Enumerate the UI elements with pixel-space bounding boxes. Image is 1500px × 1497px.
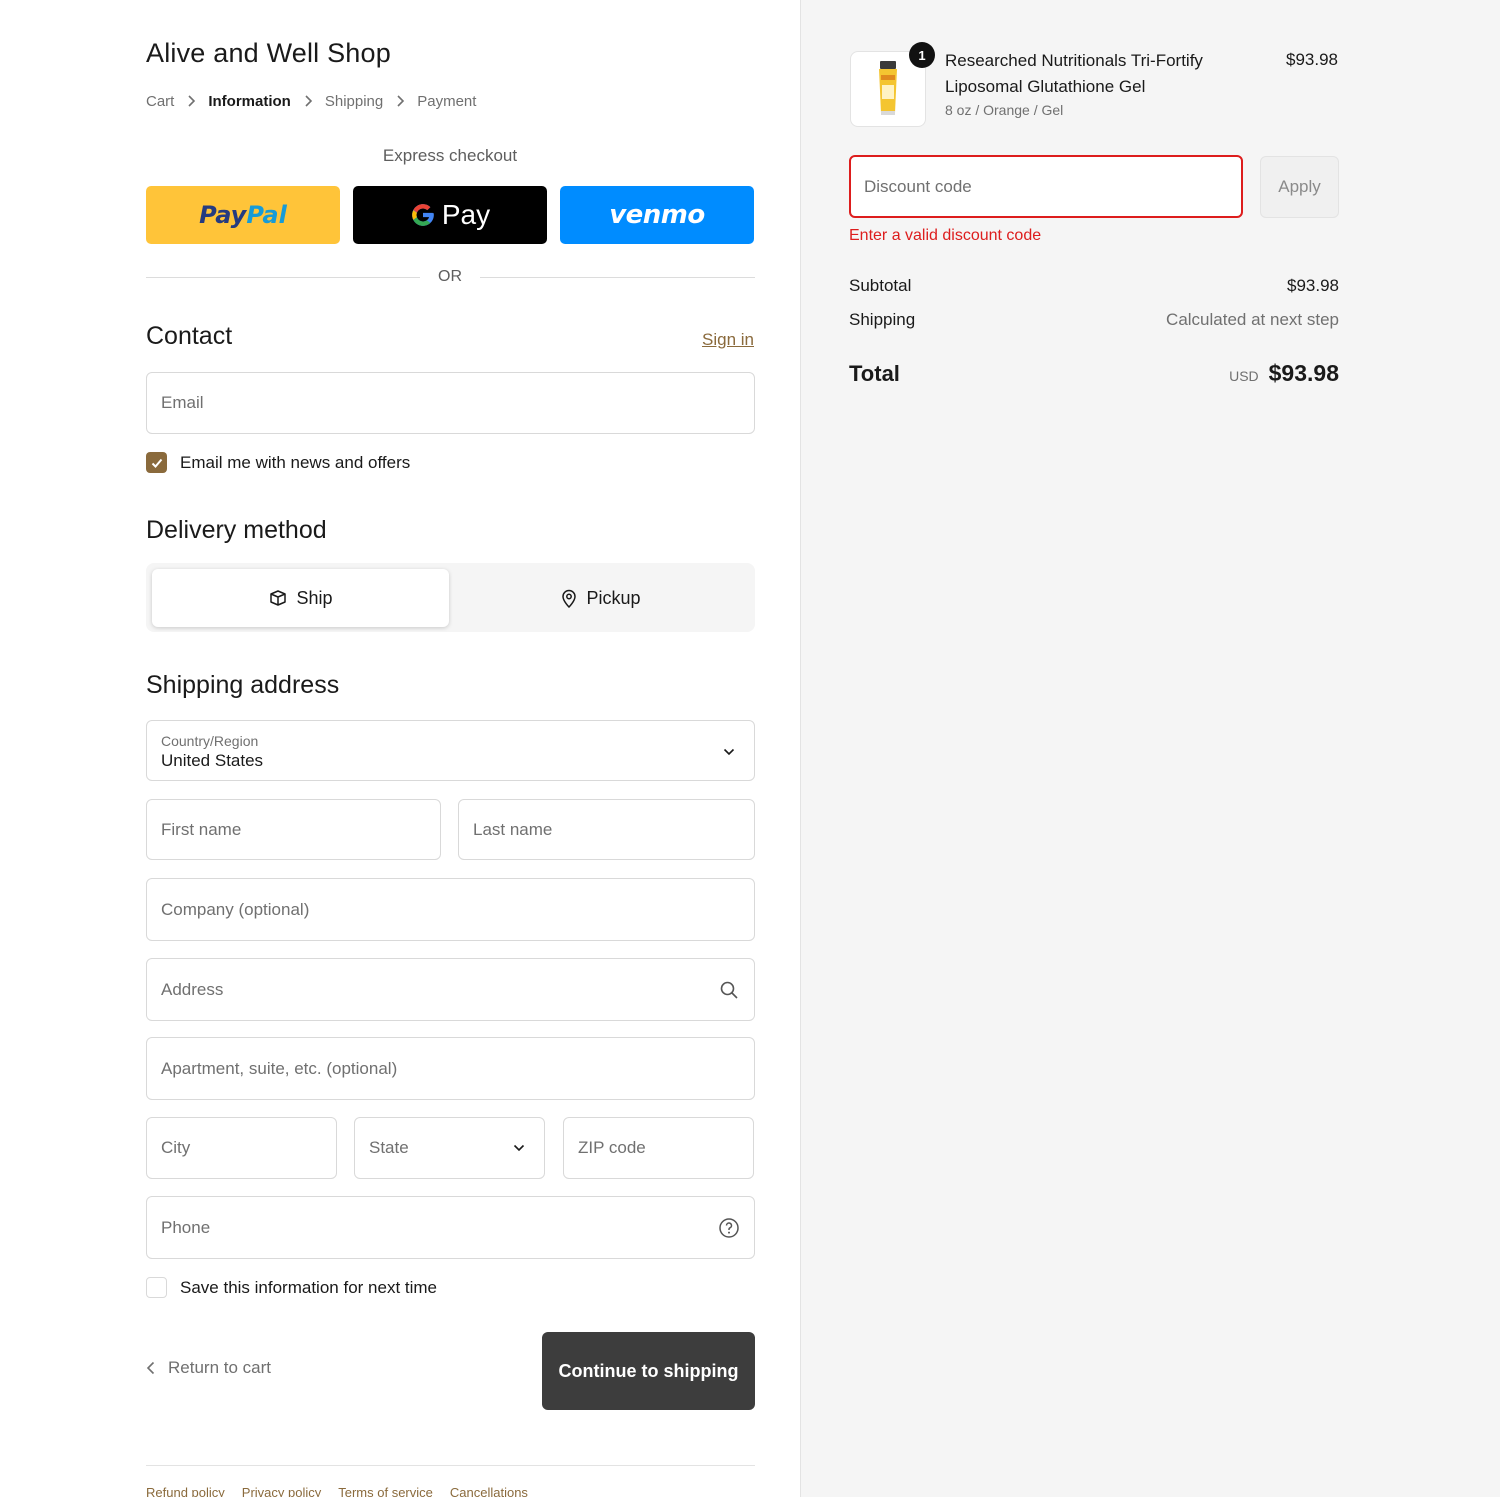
shipping-label: Shipping (849, 310, 916, 329)
paypal-button[interactable]: PayPal (146, 186, 340, 244)
country-label: Country/Region (161, 732, 259, 749)
cancellations-link[interactable]: Cancellations (450, 1485, 528, 1497)
continue-to-shipping-button[interactable]: Continue to shipping (542, 1332, 755, 1410)
newsletter-checkbox-row[interactable]: Email me with news and offers (146, 452, 410, 473)
box-icon (270, 590, 287, 606)
breadcrumb: Cart Information Shipping Payment (146, 93, 476, 110)
contact-heading: Contact (146, 322, 233, 350)
footer-links: Refund policy Privacy policy Terms of se… (146, 1485, 528, 1497)
total-label: Total (849, 361, 900, 386)
footer-divider (146, 1465, 755, 1466)
subtotal-value: $93.98 (1287, 276, 1339, 295)
google-g-icon (412, 204, 434, 226)
venmo-button[interactable]: venmo (560, 186, 754, 244)
return-to-cart-link[interactable]: Return to cart (146, 1358, 271, 1378)
chevron-right-icon (395, 94, 405, 110)
first-name-field[interactable]: First name (146, 799, 441, 860)
apply-discount-button[interactable]: Apply (1260, 156, 1339, 218)
shipping-value: Calculated at next step (1166, 310, 1339, 329)
refund-policy-link[interactable]: Refund policy (146, 1485, 225, 1497)
paypal-logo: PayPal (199, 201, 287, 229)
chevron-left-icon (146, 1361, 155, 1375)
address-field[interactable]: Address (146, 958, 755, 1021)
shop-title[interactable]: Alive and Well Shop (146, 38, 391, 69)
company-field[interactable]: Company (optional) (146, 878, 755, 941)
email-field[interactable]: Email (146, 372, 755, 434)
privacy-policy-link[interactable]: Privacy policy (242, 1485, 321, 1497)
delivery-method-toggle: Ship Pickup (146, 563, 755, 632)
quantity-badge: 1 (909, 42, 935, 68)
last-name-field[interactable]: Last name (458, 799, 755, 860)
search-icon (718, 979, 740, 1001)
subtotal-label: Subtotal (849, 276, 912, 295)
total-value: $93.98 (1268, 360, 1339, 386)
chevron-right-icon (186, 94, 196, 110)
total-currency: USD (1229, 368, 1259, 384)
subtotal-row: Subtotal $93.98 (849, 276, 1339, 296)
apartment-field[interactable]: Apartment, suite, etc. (optional) (146, 1037, 755, 1100)
newsletter-checkbox[interactable] (146, 452, 167, 473)
phone-field[interactable]: Phone (146, 1196, 755, 1259)
save-info-label: Save this information for next time (180, 1277, 438, 1297)
terms-of-service-link[interactable]: Terms of service (338, 1485, 433, 1497)
chevron-right-icon (303, 94, 313, 110)
google-pay-logo: Pay (410, 199, 490, 231)
zip-code-field[interactable]: ZIP code (563, 1117, 754, 1179)
city-field[interactable]: City (146, 1117, 337, 1179)
discount-error-message: Enter a valid discount code (849, 227, 1042, 244)
venmo-logo: venmo (609, 200, 705, 230)
help-circle-icon[interactable] (718, 1217, 740, 1239)
product-tube-image (879, 61, 897, 115)
ship-option[interactable]: Ship (152, 569, 449, 627)
checkmark-icon (151, 458, 162, 468)
breadcrumb-shipping: Shipping (324, 93, 384, 110)
google-pay-button[interactable]: Pay (353, 186, 547, 244)
save-info-checkbox[interactable] (146, 1277, 167, 1298)
sign-in-link[interactable]: Sign in (702, 330, 754, 350)
save-info-checkbox-row[interactable]: Save this information for next time (146, 1277, 437, 1298)
discount-code-field[interactable]: Discount code (849, 155, 1243, 218)
breadcrumb-payment: Payment (417, 93, 477, 110)
express-checkout-label: Express checkout (382, 146, 518, 165)
order-summary-column (801, 0, 1500, 1497)
map-pin-icon (562, 589, 577, 608)
state-select[interactable]: State (354, 1117, 545, 1179)
product-name: Researched Nutritionals Tri-Fortify Lipo… (945, 51, 1203, 96)
breadcrumb-information: Information (208, 93, 291, 110)
total-row: Total USD $93.98 (849, 360, 1339, 387)
chevron-down-icon (718, 741, 740, 763)
breadcrumb-cart[interactable]: Cart (146, 93, 174, 110)
product-price: $93.98 (1286, 50, 1338, 69)
or-divider: OR (146, 266, 755, 288)
delivery-method-heading: Delivery method (146, 516, 327, 544)
country-select[interactable]: Country/Region United States (146, 720, 755, 781)
shipping-address-heading: Shipping address (146, 671, 340, 699)
newsletter-label: Email me with news and offers (180, 452, 411, 472)
product-variant: 8 oz / Orange / Gel (945, 102, 1064, 118)
chevron-down-icon (508, 1137, 530, 1159)
pickup-option[interactable]: Pickup (452, 569, 749, 627)
country-value: United States (161, 750, 264, 770)
shipping-row: Shipping Calculated at next step (849, 310, 1339, 330)
